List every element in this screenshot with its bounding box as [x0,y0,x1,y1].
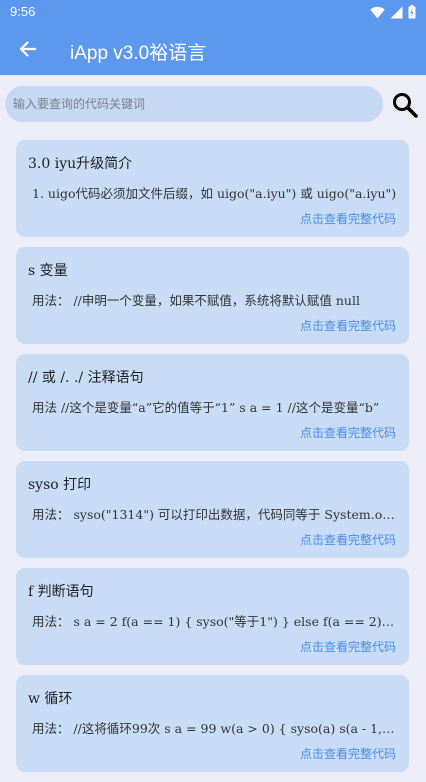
item-title: syso 打印 [28,477,92,493]
view-full-code-link[interactable]: 点击查看完整代码 [300,638,396,655]
list-item[interactable]: // 或 /. ./ 注释语句 用法 //这个是变量“a”它的值等于“1” s … [16,354,409,451]
signal-icon [390,6,403,18]
item-description: 用法： //申明一个变量，如果不赋值，系统将默认赋值 null [32,293,360,308]
status-bar: 9:56 [0,0,426,24]
battery-icon [408,5,416,19]
arrow-left-icon [19,41,37,57]
item-description: 用法 //这个是变量“a”它的值等于“1” s a = 1 //这个是变量“b” [32,400,380,415]
list-item[interactable]: f 判断语句 用法： s a = 2 f(a == 1) { syso("等于1… [16,568,409,665]
list-item[interactable]: syso 打印 用法： syso("1314") 可以打印出数据，代码同等于 S… [16,461,409,558]
item-title: 3.0 iyu升级简介 [28,156,133,172]
list-item[interactable]: s 变量 用法： //申明一个变量，如果不赋值，系统将默认赋值 null 点击查… [16,247,409,344]
item-title: w 循环 [28,691,73,707]
list-item[interactable]: w 循环 用法： //这将循环99次 s a = 99 w(a > 0) { s… [16,675,409,772]
item-description: 用法： //这将循环99次 s a = 99 w(a > 0) { syso(a… [32,721,398,736]
list-item[interactable]: 3.0 iyu升级简介 1. uigo代码必须加文件后缀，如 uigo("a.i… [16,140,409,237]
back-button[interactable] [14,36,42,62]
search-input[interactable] [5,86,383,122]
app-bar: iApp v3.0裕语言 [0,24,426,75]
item-title: // 或 /. ./ 注释语句 [28,370,144,386]
status-icons [370,5,416,19]
view-full-code-link[interactable]: 点击查看完整代码 [300,210,396,227]
item-description: 1. uigo代码必须加文件后缀，如 uigo("a.iyu") 或 uigo(… [32,186,397,201]
status-time: 9:56 [10,4,36,19]
item-title: f 判断语句 [28,584,94,600]
item-description: 用法： s a = 2 f(a == 1) { syso("等于1") } el… [32,614,398,629]
view-full-code-link[interactable]: 点击查看完整代码 [300,424,396,441]
view-full-code-link[interactable]: 点击查看完整代码 [300,317,396,334]
search-icon [393,93,418,118]
wifi-icon [370,6,385,18]
search-box [5,86,383,122]
view-full-code-link[interactable]: 点击查看完整代码 [300,531,396,548]
search-button[interactable] [391,91,419,119]
item-description: 用法： syso("1314") 可以打印出数据，代码同等于 System.ou… [32,507,398,522]
item-title: s 变量 [28,263,68,279]
page-title: iApp v3.0裕语言 [70,43,207,64]
code-snippet-list: 3.0 iyu升级简介 1. uigo代码必须加文件后缀，如 uigo("a.i… [16,140,409,782]
